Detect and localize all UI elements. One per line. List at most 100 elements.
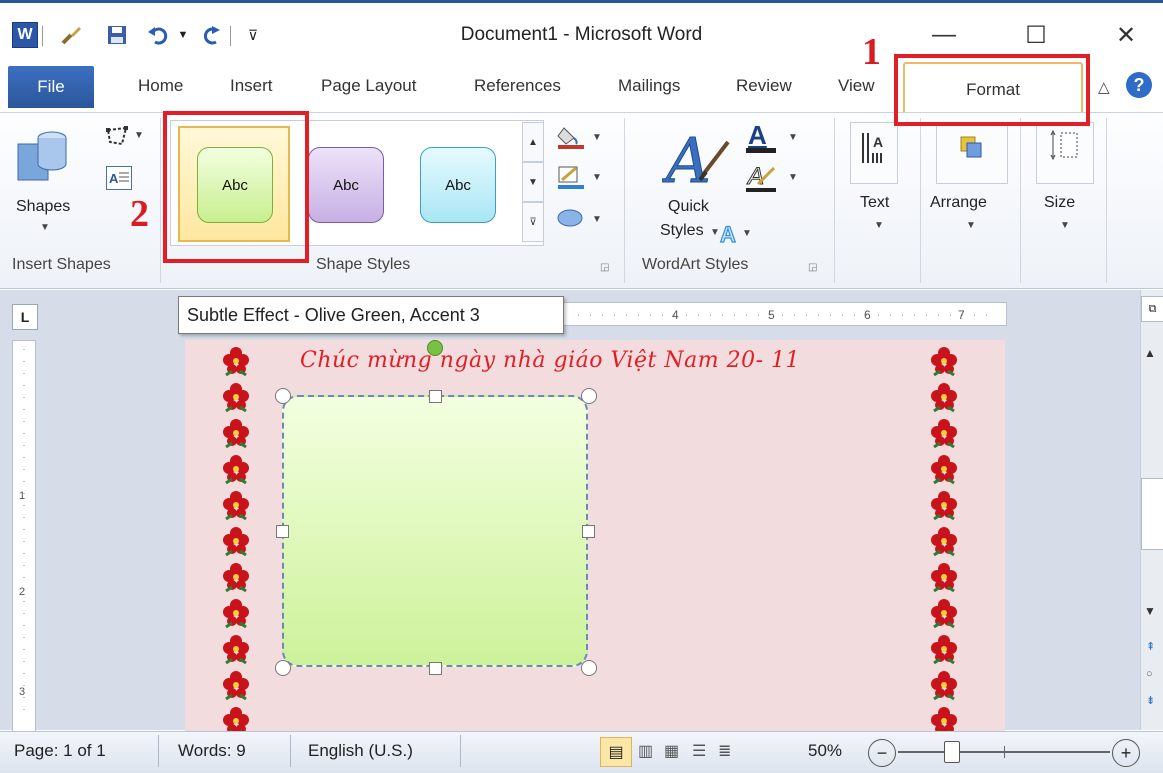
page-border-flower-icon: [930, 344, 958, 380]
annotation-box-format-tab: [894, 54, 1090, 126]
close-button[interactable]: ✕: [1098, 14, 1154, 56]
resize-handle-top[interactable]: [429, 390, 442, 403]
svg-text:6: 6: [864, 308, 871, 322]
tab-references[interactable]: References: [474, 76, 561, 96]
collapse-ribbon-icon[interactable]: △: [1098, 78, 1110, 96]
svg-text:2: 2: [19, 586, 25, 598]
page-border-flower-icon: [930, 668, 958, 704]
text-effects-icon[interactable]: A ▼: [714, 221, 754, 247]
greeting-text[interactable]: Chúc mừng ngày nhà giáo Việt Nam 20- 11: [300, 348, 800, 373]
svg-text:5: 5: [768, 308, 775, 322]
arrange-dropdown-icon[interactable]: ▼: [966, 220, 976, 231]
text-fill-icon[interactable]: A ▼: [744, 120, 804, 158]
svg-text:3: 3: [19, 686, 25, 698]
wordart-styles-group-label: WordArt Styles: [642, 256, 749, 273]
next-page-icon[interactable]: ⇟: [1146, 694, 1155, 707]
shapes-dropdown-icon[interactable]: ▼: [40, 222, 50, 233]
shape-style-swatch-purple[interactable]: Abc: [308, 147, 384, 223]
word-count[interactable]: Words: 9: [178, 741, 246, 761]
web-layout-icon[interactable]: ▦: [664, 741, 679, 761]
window-title: Document1 - Microsoft Word: [460, 24, 703, 45]
quick-styles-icon[interactable]: A: [661, 122, 732, 198]
text-direction-icon[interactable]: A: [850, 122, 898, 184]
text-dropdown-icon[interactable]: ▼: [874, 220, 884, 231]
tab-view[interactable]: View: [838, 76, 875, 96]
draft-view-icon[interactable]: ≣: [718, 741, 731, 761]
selected-shape[interactable]: [282, 395, 588, 667]
rotation-handle[interactable]: [427, 340, 443, 356]
annotation-number-1: 1: [862, 31, 881, 73]
view-ruler-icon[interactable]: ⧉: [1141, 296, 1163, 322]
size-button-label[interactable]: Size: [1044, 194, 1075, 212]
zoom-level[interactable]: 50%: [808, 741, 842, 761]
resize-handle-top-right[interactable]: [581, 388, 597, 404]
gallery-scroll-up[interactable]: ▲: [522, 122, 544, 162]
shapes-label[interactable]: Shapes: [16, 198, 70, 216]
tab-home[interactable]: Home: [138, 76, 183, 96]
scroll-up-icon[interactable]: ▲: [1144, 346, 1156, 360]
svg-text:4: 4: [672, 308, 679, 322]
tab-insert[interactable]: Insert: [230, 76, 273, 96]
language-indicator[interactable]: English (U.S.): [308, 741, 413, 761]
shape-outline-icon[interactable]: ▼: [556, 164, 610, 190]
resize-handle-left[interactable]: [276, 525, 289, 538]
arrange-button-label[interactable]: Arrange: [930, 194, 987, 212]
tab-review[interactable]: Review: [736, 76, 792, 96]
quick-styles-label-line2[interactable]: Styles: [660, 222, 704, 240]
scrollbar-thumb[interactable]: [1141, 478, 1163, 550]
shape-styles-launcher-icon[interactable]: ◲: [600, 262, 609, 273]
edit-shape-icon[interactable]: ▼: [104, 124, 150, 150]
page-border-flower-icon: [222, 560, 250, 596]
wordart-launcher-icon[interactable]: ◲: [808, 262, 817, 273]
arrange-icon[interactable]: [936, 122, 1008, 184]
resize-handle-bottom-left[interactable]: [275, 660, 291, 676]
page-border-flower-icon: [930, 632, 958, 668]
resize-handle-bottom-right[interactable]: [581, 660, 597, 676]
group-divider: [1020, 118, 1021, 283]
page-border-flower-icon: [930, 560, 958, 596]
outline-view-icon[interactable]: ☰: [692, 741, 706, 761]
zoom-slider-midmark: [1004, 746, 1005, 758]
maximize-button[interactable]: ☐: [1008, 14, 1064, 56]
shapes-gallery-icon[interactable]: [14, 124, 74, 184]
shape-style-swatch-aqua[interactable]: Abc: [420, 147, 496, 223]
page-border-flower-icon: [222, 632, 250, 668]
text-box-icon[interactable]: A: [106, 166, 132, 190]
zoom-out-button[interactable]: −: [868, 739, 896, 767]
tab-page-layout[interactable]: Page Layout: [321, 76, 416, 96]
title-bar-accent: [0, 0, 1163, 3]
zoom-slider-thumb[interactable]: [944, 741, 960, 763]
zoom-in-button[interactable]: +: [1112, 739, 1140, 767]
help-icon[interactable]: ?: [1126, 72, 1152, 98]
vertical-ruler[interactable]: 1 2 3: [12, 340, 36, 732]
tab-mailings[interactable]: Mailings: [618, 76, 680, 96]
page-border-flower-icon: [222, 668, 250, 704]
size-dropdown-icon[interactable]: ▼: [1060, 220, 1070, 231]
resize-handle-right[interactable]: [582, 525, 595, 538]
svg-text:▼: ▼: [592, 132, 602, 143]
svg-text:▼: ▼: [788, 172, 798, 183]
gallery-scroll-down[interactable]: ▼: [522, 162, 544, 202]
svg-text:▼: ▼: [788, 132, 798, 143]
page-border-flower-icon: [222, 452, 250, 488]
size-icon[interactable]: [1036, 122, 1094, 184]
page-count[interactable]: Page: 1 of 1: [14, 741, 106, 761]
gallery-more-button[interactable]: ⊽: [522, 202, 544, 242]
shape-effects-icon[interactable]: ▼: [556, 204, 610, 230]
minimize-button[interactable]: —: [916, 14, 972, 56]
previous-page-icon[interactable]: ⇞: [1146, 640, 1155, 653]
full-screen-reading-icon[interactable]: ▥: [638, 741, 653, 761]
text-button-label[interactable]: Text: [860, 194, 889, 212]
tab-file[interactable]: File: [8, 66, 94, 108]
shape-fill-icon[interactable]: ▼: [556, 124, 610, 150]
tab-stop-selector[interactable]: L: [12, 304, 38, 330]
select-browse-object-icon[interactable]: ○: [1146, 668, 1153, 680]
text-outline-icon[interactable]: A ▼: [744, 162, 804, 196]
quick-styles-label-line1[interactable]: Quick: [668, 198, 709, 216]
page-border-flower-icon: [222, 344, 250, 380]
scroll-down-icon[interactable]: ▼: [1144, 604, 1156, 618]
print-layout-view-icon[interactable]: ▤: [600, 737, 632, 767]
resize-handle-top-left[interactable]: [275, 388, 291, 404]
page-border-flower-icon: [930, 596, 958, 632]
resize-handle-bottom[interactable]: [429, 662, 442, 675]
